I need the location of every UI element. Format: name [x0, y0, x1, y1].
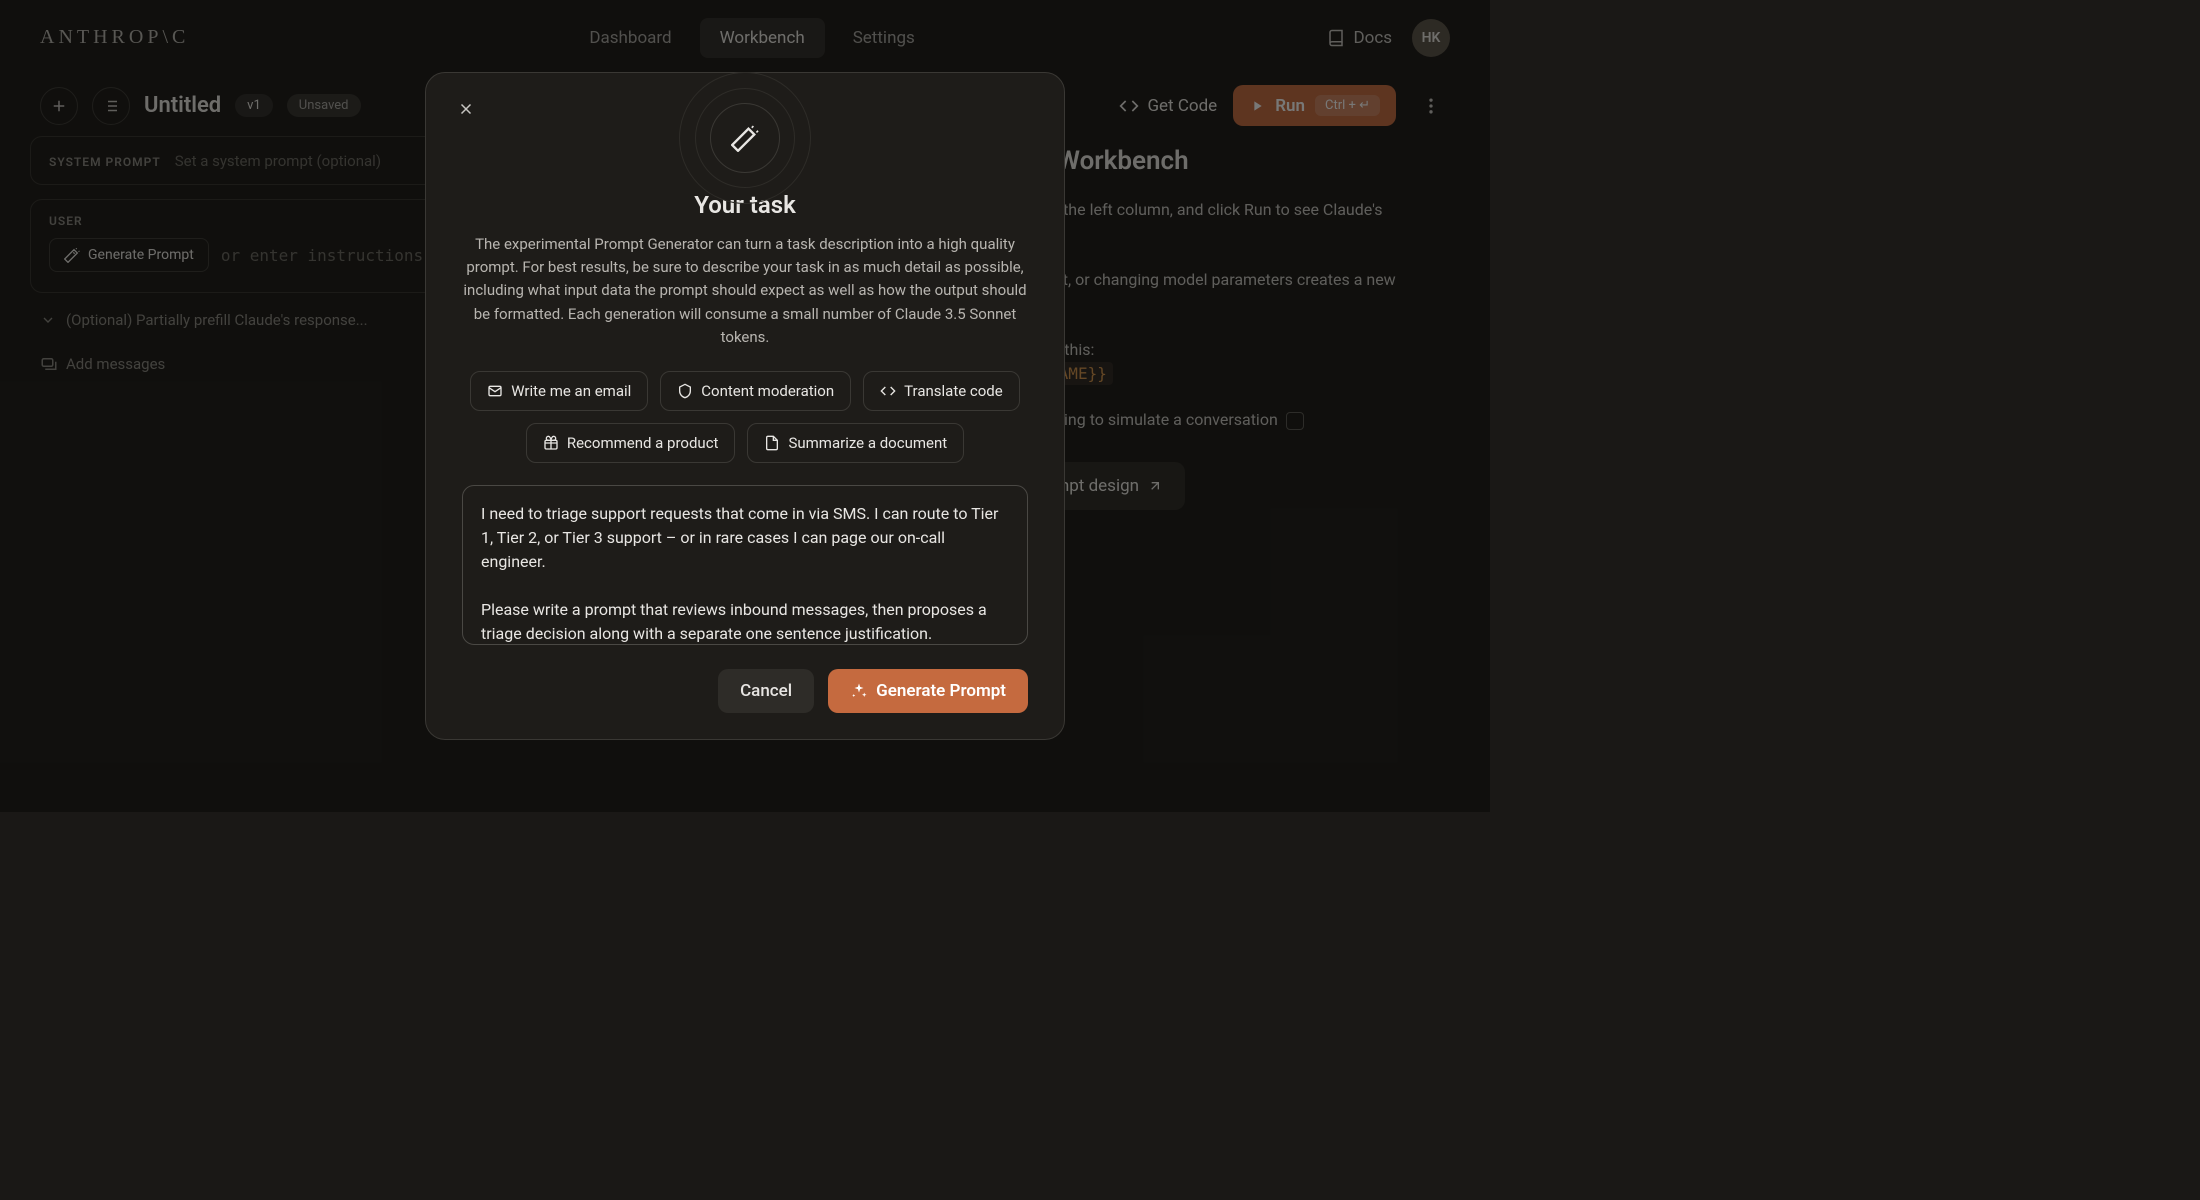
- task-description-input[interactable]: [462, 485, 1028, 645]
- code-icon: [880, 383, 896, 399]
- cancel-button[interactable]: Cancel: [718, 669, 814, 713]
- prompt-generator-modal: Your task The experimental Prompt Genera…: [425, 72, 1065, 740]
- modal-overlay: Your task The experimental Prompt Genera…: [0, 0, 1490, 812]
- modal-description: The experimental Prompt Generator can tu…: [462, 233, 1028, 349]
- wand-icon: [731, 124, 759, 152]
- modal-hero-icon: [710, 103, 780, 173]
- example-summarize[interactable]: Summarize a document: [747, 423, 964, 463]
- mail-icon: [487, 383, 503, 399]
- sparkle-icon: [850, 682, 868, 700]
- example-email[interactable]: Write me an email: [470, 371, 648, 411]
- example-recommend[interactable]: Recommend a product: [526, 423, 736, 463]
- example-translate[interactable]: Translate code: [863, 371, 1020, 411]
- gift-icon: [543, 435, 559, 451]
- file-icon: [764, 435, 780, 451]
- close-button[interactable]: [450, 93, 482, 125]
- generate-prompt-button[interactable]: Generate Prompt: [828, 669, 1028, 713]
- example-moderation[interactable]: Content moderation: [660, 371, 851, 411]
- close-icon: [457, 100, 475, 118]
- shield-icon: [677, 383, 693, 399]
